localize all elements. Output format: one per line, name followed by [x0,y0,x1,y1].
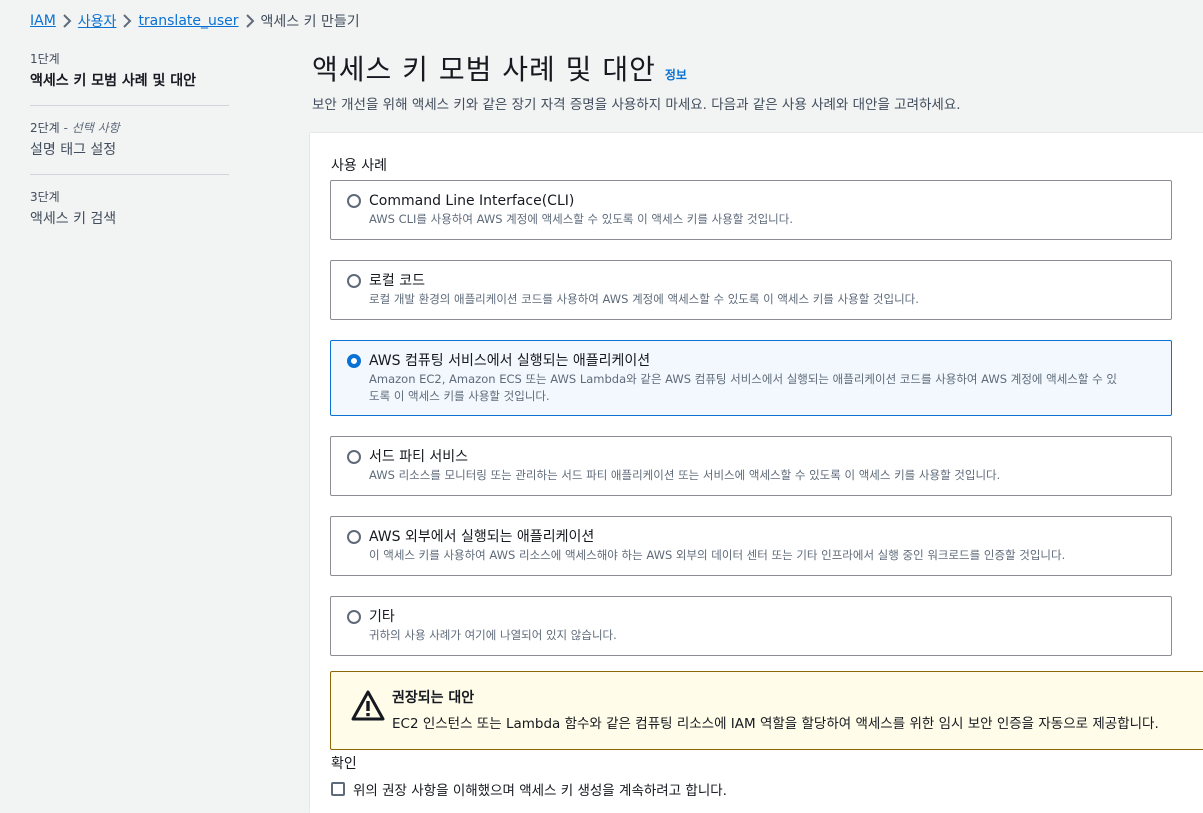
option-title: 서드 파티 서비스 [369,449,469,465]
step-1: 1단계 액세스 키 모범 사례 및 대안 [30,50,229,106]
step-3: 3단계 액세스 키 검색 [30,188,229,243]
option-third-party[interactable]: 서드 파티 서비스 AWS 리소스를 모니터링 또는 관리하는 서드 파티 애플… [330,436,1172,496]
option-local-code[interactable]: 로컬 코드 로컬 개발 환경의 애플리케이션 코드를 사용하여 AWS 계정에 … [330,260,1172,320]
breadcrumb-iam[interactable]: IAM [30,13,56,29]
option-aws-compute[interactable]: AWS 컴퓨팅 서비스에서 실행되는 애플리케이션 Amazon EC2, Am… [330,340,1172,416]
option-description: 로컬 개발 환경의 애플리케이션 코드를 사용하여 AWS 계정에 액세스할 수… [369,292,919,306]
warning-icon [351,690,385,721]
page-title: 액세스 키 모범 사례 및 대안 정보 [312,53,687,86]
radio-button[interactable] [347,610,361,624]
chevron-right-icon [239,14,261,28]
alert-title: 권장되는 대안 [392,690,475,706]
breadcrumb-current: 액세스 키 만들기 [260,14,360,30]
confirm-label: 확인 [331,756,357,772]
confirm-checkbox-row[interactable]: 위의 권장 사항을 이해했으며 액세스 키 생성을 계속하려고 합니다. [331,779,727,799]
option-title: AWS 컴퓨팅 서비스에서 실행되는 애플리케이션 [369,353,651,369]
option-title: 로컬 코드 [369,273,425,289]
option-title: AWS 외부에서 실행되는 애플리케이션 [369,529,595,545]
option-outside-aws[interactable]: AWS 외부에서 실행되는 애플리케이션 이 액세스 키를 사용하여 AWS 리… [330,516,1172,576]
confirm-checkbox-label: 위의 권장 사항을 이해했으며 액세스 키 생성을 계속하려고 합니다. [353,783,727,799]
step-optional: - 선택 사항 [63,121,120,135]
breadcrumb-users[interactable]: 사용자 [78,11,117,31]
step-number: 2단계 - 선택 사항 [30,121,120,135]
recommended-alternative-alert: 권장되는 대안 EC2 인스턴스 또는 Lambda 함수와 같은 컴퓨팅 리소… [330,671,1203,750]
step-number: 1단계 [30,52,60,66]
option-title: 기타 [369,609,395,625]
chevron-right-icon [56,14,78,28]
radio-button[interactable] [347,274,361,288]
use-case-label: 사용 사례 [331,158,387,174]
option-description: 이 액세스 키를 사용하여 AWS 리소스에 액세스해야 하는 AWS 외부의 … [369,548,1066,562]
option-description: AWS CLI를 사용하여 AWS 계정에 액세스할 수 있도록 이 액세스 키… [369,212,793,226]
confirm-checkbox[interactable] [331,782,345,796]
use-case-panel: 사용 사례 Command Line Interface(CLI) AWS CL… [310,133,1203,813]
option-description: AWS 리소스를 모니터링 또는 관리하는 서드 파티 애플리케이션 또는 서비… [369,468,1001,482]
step-title: 액세스 키 검색 [30,211,117,227]
step-title: 액세스 키 모범 사례 및 대안 [30,73,197,89]
step-title: 설명 태그 설정 [30,142,117,158]
radio-button[interactable] [347,530,361,544]
info-link[interactable]: 정보 [665,66,687,83]
radio-button-checked[interactable] [347,354,361,368]
chevron-right-icon [116,14,138,28]
page-description: 보안 개선을 위해 액세스 키와 같은 장기 자격 증명을 사용하지 마세요. … [312,97,961,113]
option-other[interactable]: 기타 귀하의 사용 사례가 여기에 나열되어 있지 않습니다. [330,596,1172,656]
radio-button[interactable] [347,194,361,208]
wizard-steps: 1단계 액세스 키 모범 사례 및 대안 2단계 - 선택 사항 설명 태그 설… [30,50,229,256]
breadcrumb-user[interactable]: translate_user [138,13,238,29]
step-number: 3단계 [30,190,60,204]
breadcrumb: IAM 사용자 translate_user 액세스 키 만들기 [30,9,360,33]
option-description: 귀하의 사용 사례가 여기에 나열되어 있지 않습니다. [369,628,617,642]
radio-button[interactable] [347,450,361,464]
step-2: 2단계 - 선택 사항 설명 태그 설정 [30,119,229,175]
option-title: Command Line Interface(CLI) [369,193,575,209]
option-cli[interactable]: Command Line Interface(CLI) AWS CLI를 사용하… [330,180,1172,240]
alert-text: EC2 인스턴스 또는 Lambda 함수와 같은 컴퓨팅 리소스에 IAM 역… [392,716,1159,732]
option-description: Amazon EC2, Amazon ECS 또는 AWS Lambda와 같은… [369,372,1117,403]
